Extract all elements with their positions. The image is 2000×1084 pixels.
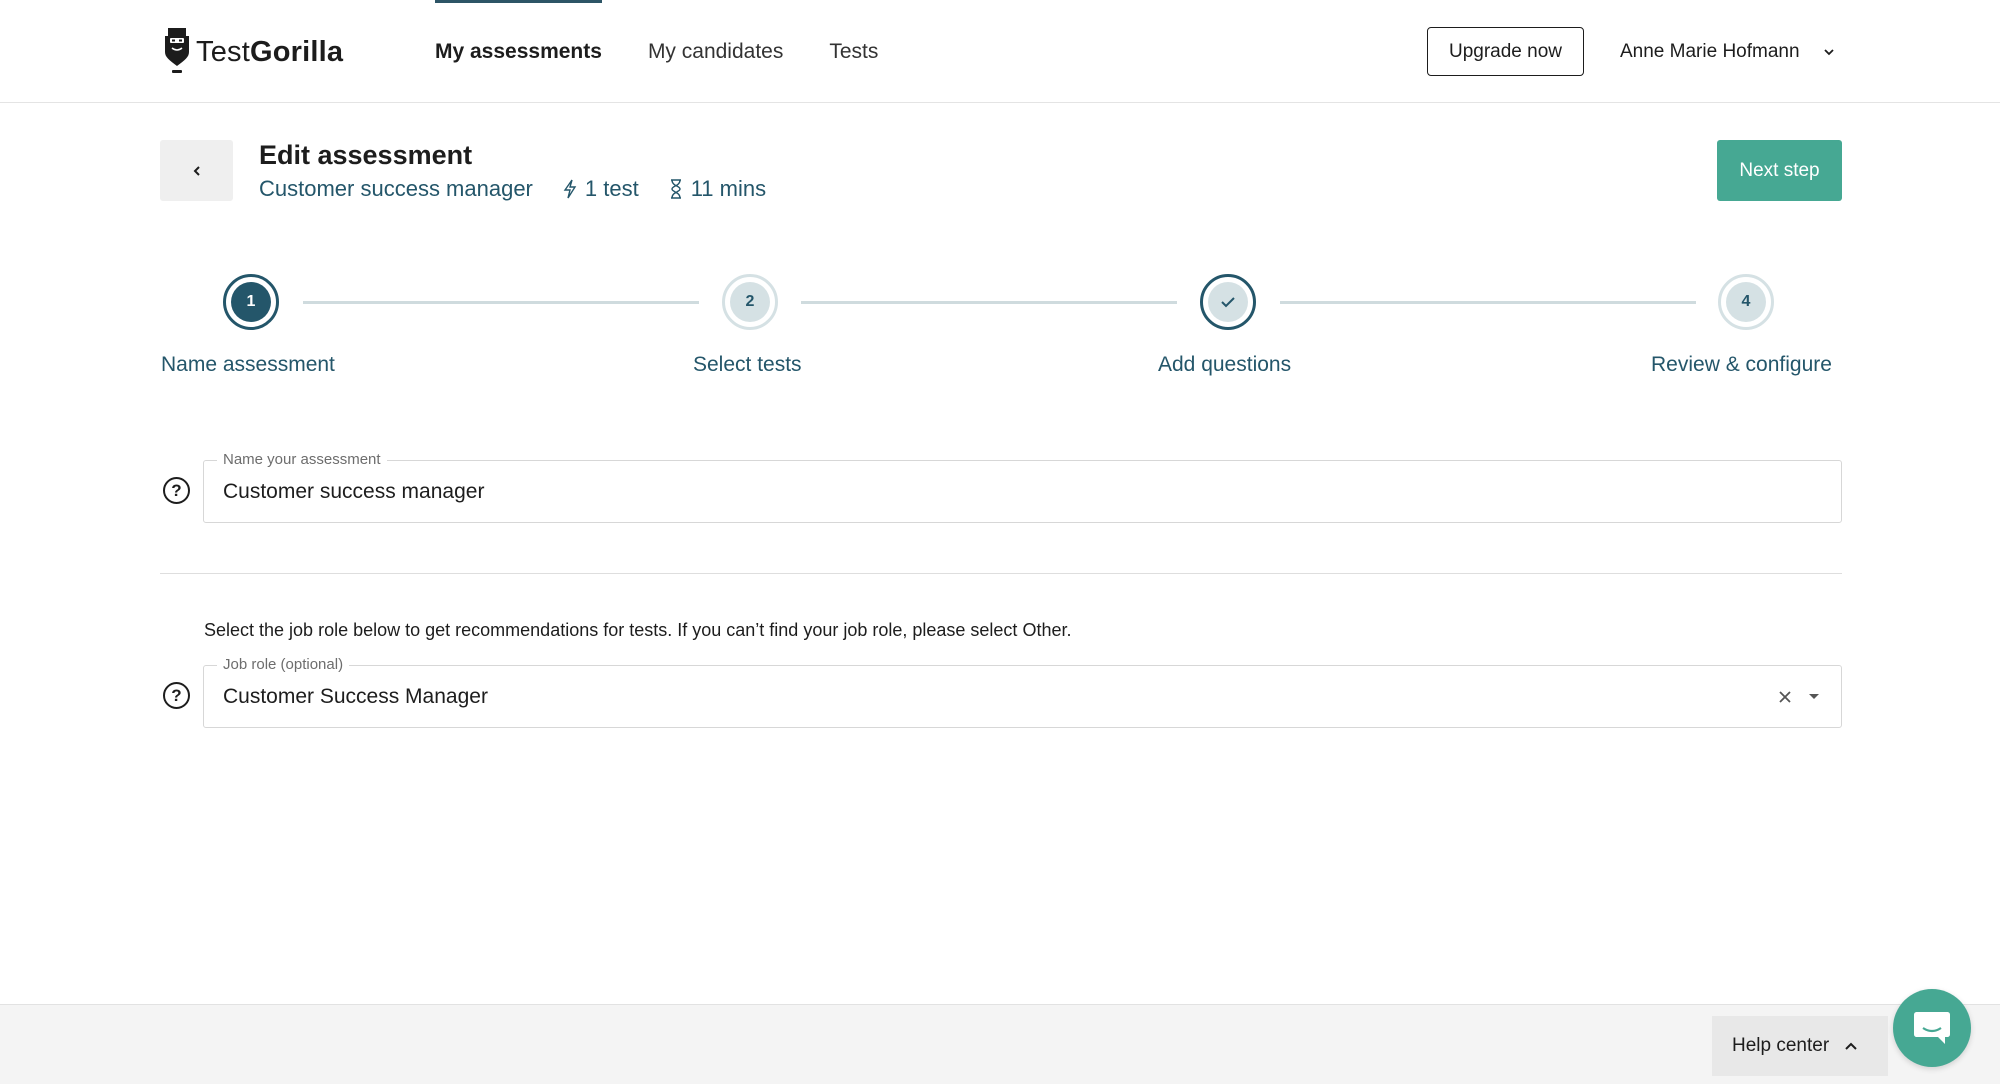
nav-my-assessments[interactable]: My assessments [435, 0, 602, 103]
help-glyph: ? [171, 685, 182, 705]
job-role-actions [1777, 666, 1821, 727]
step-1-label[interactable]: Name assessment [161, 353, 335, 377]
upgrade-now-button[interactable]: Upgrade now [1427, 27, 1584, 76]
logo-word-test: Test [196, 35, 250, 68]
job-role-value: Customer Success Manager [223, 684, 488, 708]
checkmark-icon [1221, 297, 1235, 308]
footer-bar [0, 1004, 2000, 1084]
gorilla-logo-icon [165, 28, 189, 73]
help-center-label: Help center [1732, 1035, 1830, 1056]
tests-count: 1 test [561, 176, 639, 202]
assessment-name-input[interactable] [223, 461, 1723, 522]
duration: 11 mins [667, 176, 766, 202]
step-connector [303, 301, 699, 304]
chat-icon [1914, 1012, 1950, 1044]
chevron-up-icon [1845, 1042, 1857, 1050]
help-center-button[interactable]: Help center [1712, 1016, 1888, 1076]
caret-down-icon [1809, 693, 1819, 699]
top-navigation-bar: TestGorilla My assessments My candidates… [0, 0, 2000, 103]
page-title: Edit assessment [259, 140, 473, 170]
assessment-name: Customer success manager [259, 176, 533, 201]
testgorilla-logo[interactable]: TestGorilla [162, 26, 343, 78]
chat-bubble-button[interactable] [1893, 989, 1971, 1067]
step-1-circle[interactable]: 1 [223, 274, 279, 330]
dropdown-toggle[interactable] [1807, 692, 1821, 702]
step-2-number: 2 [730, 282, 770, 322]
tests-count-label: 1 test [584, 176, 639, 201]
step-connector [1280, 301, 1696, 304]
next-step-button[interactable]: Next step [1717, 140, 1842, 201]
section-divider [160, 573, 1842, 574]
step-4-label[interactable]: Review & configure [1651, 353, 1832, 377]
clear-icon[interactable] [1777, 689, 1793, 705]
name-help-icon[interactable]: ? [163, 477, 190, 504]
step-4-circle[interactable]: 4 [1718, 274, 1774, 330]
hourglass-icon [670, 179, 681, 199]
user-name: Anne Marie Hofmann [1620, 40, 1800, 62]
main-nav: My assessments My candidates Tests [435, 0, 924, 103]
step-1-number: 1 [231, 282, 271, 322]
logo-wordmark: TestGorilla [196, 36, 343, 69]
help-glyph: ? [171, 480, 182, 500]
nav-tests[interactable]: Tests [829, 0, 878, 103]
nav-my-candidates[interactable]: My candidates [648, 0, 783, 103]
step-4-number: 4 [1726, 282, 1766, 322]
job-role-select[interactable]: Job role (optional) Customer Success Man… [203, 656, 1842, 728]
lightning-icon [563, 179, 577, 199]
user-menu[interactable]: Anne Marie Hofmann [1620, 27, 1836, 76]
step-3-circle[interactable] [1200, 274, 1256, 330]
duration-label: 11 mins [690, 176, 767, 201]
job-role-help-icon[interactable]: ? [163, 682, 190, 709]
close-icon [1779, 690, 1791, 703]
chevron-left-icon [193, 165, 200, 176]
assessment-name-field[interactable]: Name your assessment [203, 451, 1842, 523]
step-3-inner [1208, 282, 1248, 322]
logo-word-gorilla: Gorilla [250, 35, 344, 68]
step-2-label[interactable]: Select tests [693, 353, 802, 377]
step-2-circle[interactable]: 2 [722, 274, 778, 330]
assessment-meta: Customer success manager 1 test 11 mins [259, 176, 794, 202]
step-3-label[interactable]: Add questions [1158, 353, 1291, 377]
chevron-down-icon [1823, 48, 1834, 55]
back-button[interactable] [160, 140, 233, 201]
step-connector [801, 301, 1177, 304]
job-role-hint: Select the job role below to get recomme… [204, 620, 1072, 640]
